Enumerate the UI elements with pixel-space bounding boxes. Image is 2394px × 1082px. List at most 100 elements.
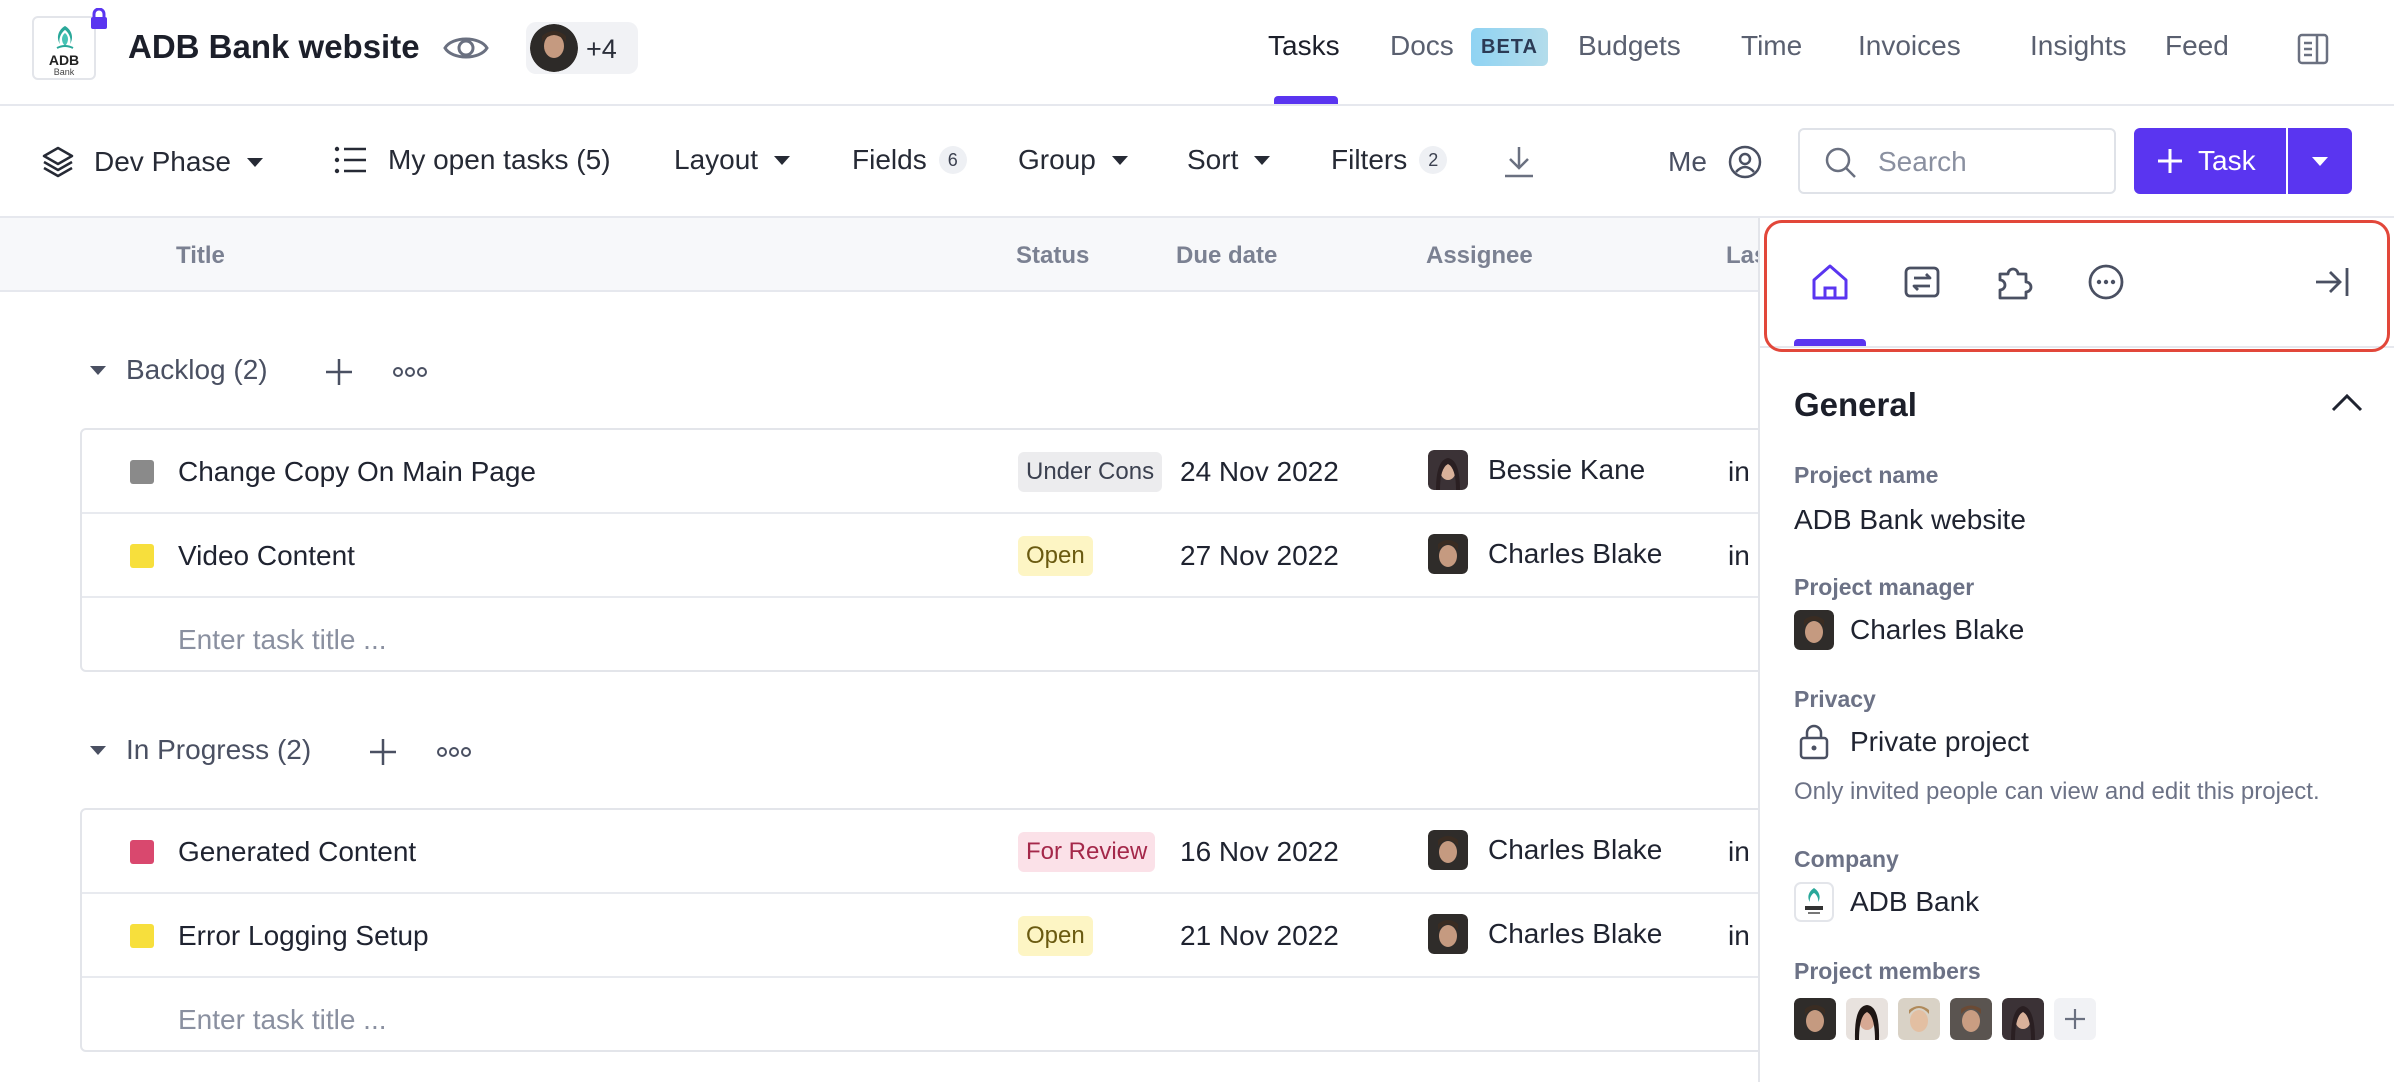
new-task-input[interactable]: Enter task title ... <box>178 1004 387 1036</box>
due-date[interactable]: 24 Nov 2022 <box>1180 456 1339 488</box>
due-date[interactable]: 16 Nov 2022 <box>1180 836 1339 868</box>
company-name: ADB Bank <box>1850 886 1980 917</box>
chevron-down-icon <box>1254 155 1271 165</box>
project-members-list <box>1794 998 2096 1040</box>
list-icon <box>334 146 366 174</box>
tab-tasks[interactable]: Tasks <box>1268 30 1340 62</box>
table-row[interactable]: Video Content Open 27 Nov 2022 Charles B… <box>82 514 1780 598</box>
download-icon[interactable] <box>1502 144 1536 180</box>
avatar[interactable] <box>1950 998 1992 1040</box>
chevron-up-icon[interactable] <box>2330 390 2364 414</box>
view-selector[interactable]: My open tasks (5) <box>334 144 611 176</box>
active-panel-tab-indicator <box>1794 339 1866 346</box>
tab-feed[interactable]: Feed <box>2165 30 2229 62</box>
column-title[interactable]: Title <box>176 242 225 270</box>
project-logo[interactable]: ADB Bank <box>32 8 107 80</box>
avatar <box>1428 914 1468 954</box>
add-member-button[interactable] <box>2054 998 2096 1040</box>
group-more-icon[interactable] <box>436 746 472 758</box>
status-badge[interactable]: Open <box>1018 536 1093 576</box>
me-label: Me <box>1668 146 1707 177</box>
task-title[interactable]: Change Copy On Main Page <box>178 456 536 488</box>
side-panel-icon[interactable] <box>2296 32 2330 66</box>
group-backlog: Change Copy On Main Page Under Cons 24 N… <box>80 428 1780 672</box>
assignee[interactable]: Charles Blake <box>1428 534 1662 574</box>
column-status[interactable]: Status <box>1016 242 1089 270</box>
view-label: My open tasks (5) <box>388 144 611 175</box>
privacy-value[interactable]: Private project <box>1794 722 2029 762</box>
sync-icon[interactable] <box>1900 260 1944 304</box>
new-task-input[interactable]: Enter task title ... <box>178 624 387 656</box>
status-badge[interactable]: For Review <box>1018 832 1156 872</box>
watch-eye-icon[interactable] <box>442 30 490 66</box>
due-date[interactable]: 21 Nov 2022 <box>1180 920 1339 952</box>
task-color-swatch <box>130 544 154 568</box>
group-more-icon[interactable] <box>392 366 428 378</box>
avatar[interactable] <box>1846 998 1888 1040</box>
avatar[interactable] <box>1794 998 1836 1040</box>
task-title[interactable]: Generated Content <box>178 836 416 868</box>
collapse-panel-icon[interactable] <box>2312 262 2352 302</box>
task-title[interactable]: Video Content <box>178 540 355 572</box>
assignee[interactable]: Charles Blake <box>1428 830 1662 870</box>
status-badge[interactable]: Under Cons <box>1018 452 1162 492</box>
table-header: Title Status Due date Assignee Las <box>0 218 1767 292</box>
assignee[interactable]: Bessie Kane <box>1428 450 1645 490</box>
home-icon[interactable] <box>1808 260 1852 304</box>
status-badge[interactable]: Open <box>1018 916 1093 956</box>
assignee[interactable]: Charles Blake <box>1428 914 1662 954</box>
collapse-triangle-icon <box>90 365 106 375</box>
task-title[interactable]: Error Logging Setup <box>178 920 429 952</box>
tab-budgets[interactable]: Budgets <box>1578 30 1681 62</box>
sort-dropdown[interactable]: Sort <box>1187 144 1271 176</box>
project-name-value[interactable]: ADB Bank website <box>1794 504 2026 536</box>
new-task-row[interactable]: Enter task title ... <box>82 598 1780 682</box>
search-box[interactable] <box>1798 128 2116 194</box>
tab-invoices[interactable]: Invoices <box>1858 30 1961 62</box>
group-dropdown[interactable]: Group <box>1018 144 1128 176</box>
filters-button[interactable]: Filters 2 <box>1331 144 1448 176</box>
column-due-date[interactable]: Due date <box>1176 242 1277 270</box>
company-value[interactable]: ADB Bank <box>1794 882 1979 922</box>
new-task-row[interactable]: Enter task title ... <box>82 978 1780 1062</box>
last-column-value: in <box>1728 540 1750 571</box>
add-task-to-group-icon[interactable] <box>368 737 398 767</box>
sort-label: Sort <box>1187 144 1239 175</box>
search-input[interactable] <box>1878 142 2098 182</box>
fields-button[interactable]: Fields 6 <box>852 144 967 176</box>
add-task-button[interactable]: Task <box>2134 128 2286 194</box>
puzzle-icon[interactable] <box>1992 260 2036 304</box>
table-row[interactable]: Error Logging Setup Open 21 Nov 2022 Cha… <box>82 894 1780 978</box>
more-horizontal-icon[interactable] <box>2084 260 2128 304</box>
me-filter[interactable]: Me <box>1668 144 1763 180</box>
table-row[interactable]: Change Copy On Main Page Under Cons 24 N… <box>82 430 1780 514</box>
column-assignee[interactable]: Assignee <box>1426 242 1533 270</box>
due-date[interactable]: 27 Nov 2022 <box>1180 540 1339 572</box>
layout-dropdown[interactable]: Layout <box>674 144 791 176</box>
privacy-label: Privacy <box>1794 686 1876 712</box>
avatar[interactable] <box>1898 998 1940 1040</box>
add-task-options-button[interactable] <box>2288 128 2352 194</box>
phase-dropdown[interactable]: Dev Phase <box>40 144 263 180</box>
task-color-swatch <box>130 840 154 864</box>
project-title: ADB Bank website <box>128 28 420 65</box>
avatar <box>1794 610 1834 650</box>
filters-label: Filters <box>1331 144 1408 175</box>
add-task-to-group-icon[interactable] <box>324 357 354 387</box>
tab-time[interactable]: Time <box>1741 30 1802 62</box>
active-tab-indicator <box>1274 96 1338 104</box>
top-bar: ADB Bank ADB Bank website +4 Tasks Docs … <box>0 0 2394 106</box>
tab-insights[interactable]: Insights <box>2030 30 2127 62</box>
project-manager-label: Project manager <box>1794 574 1975 600</box>
avatar[interactable] <box>2002 998 2044 1040</box>
project-members-label: Project members <box>1794 958 1981 984</box>
table-row[interactable]: Generated Content For Review 16 Nov 2022… <box>82 810 1780 894</box>
plus-icon <box>2158 149 2182 173</box>
group-header-backlog[interactable]: Backlog (2) <box>90 354 268 386</box>
group-header-in-progress[interactable]: In Progress (2) <box>90 734 311 766</box>
project-name-label: Project name <box>1794 462 1939 488</box>
tab-docs[interactable]: Docs <box>1390 30 1454 62</box>
members-chip[interactable]: +4 <box>526 22 638 74</box>
project-manager-value[interactable]: Charles Blake <box>1794 610 2024 650</box>
search-icon <box>1825 147 1856 178</box>
